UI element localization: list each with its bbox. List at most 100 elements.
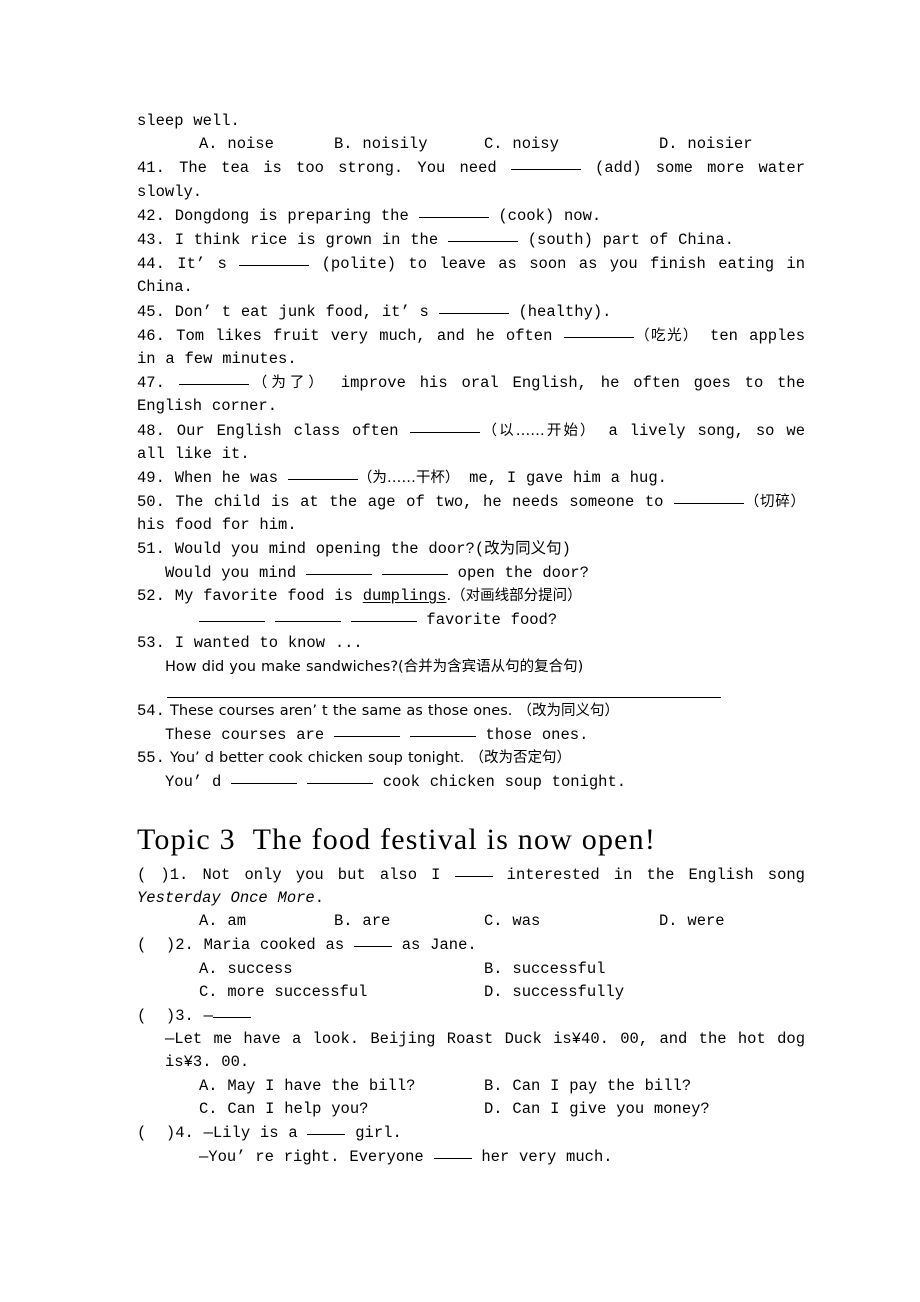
blank-field[interactable] xyxy=(307,1121,346,1135)
option-c[interactable]: C. more successful xyxy=(199,981,484,1004)
option-b[interactable]: B. are xyxy=(334,910,484,933)
blank-field[interactable] xyxy=(418,204,489,218)
stem-text-c: . xyxy=(314,888,325,907)
item-text-pre: The tea is too strong. You need xyxy=(164,159,511,178)
blank-field[interactable] xyxy=(410,419,481,433)
stem-text-c: —You’ re right. Everyone xyxy=(199,1148,434,1167)
blank-field[interactable] xyxy=(674,490,745,505)
item-text-post: (cook) now. xyxy=(488,206,602,225)
exercise-item-48: 48. Our English class often （以……开始） a li… xyxy=(137,419,805,466)
choice-item-3: ( )3. — xyxy=(137,1004,805,1028)
item-hint: （为……干杯） xyxy=(357,470,460,487)
option-c[interactable]: C. was xyxy=(484,910,659,933)
blank-field[interactable] xyxy=(274,608,341,623)
blank-field[interactable] xyxy=(178,371,249,386)
blank-field[interactable] xyxy=(287,466,358,481)
stem-text-b: —Let me have a look. Beijing Roast Duck … xyxy=(165,1030,805,1072)
option-b[interactable]: B. successful xyxy=(484,958,605,981)
answer-bracket-marker[interactable]: ( )2. xyxy=(137,936,194,954)
item-text-pre: Our English class often xyxy=(164,421,411,440)
item-text-post: (healthy). xyxy=(508,302,612,321)
item-hint: （切碎） xyxy=(744,494,805,511)
blank-field[interactable] xyxy=(306,770,373,785)
blank-field[interactable] xyxy=(433,1145,472,1160)
blank-field[interactable] xyxy=(438,300,509,314)
stem-text-a: Maria cooked as xyxy=(193,936,354,955)
blank-field[interactable] xyxy=(199,608,265,623)
answer-bracket-marker[interactable]: ( )1. xyxy=(137,866,188,884)
option-b[interactable]: B. noisily xyxy=(334,133,484,156)
blank-field[interactable] xyxy=(381,561,448,575)
item-number: 45. xyxy=(137,302,165,321)
carryover-line: sleep well. xyxy=(137,112,240,130)
blank-field[interactable] xyxy=(409,723,476,738)
blank-field[interactable] xyxy=(447,228,518,243)
exercise-item-53-prompt: 53. I wanted to know ... xyxy=(137,632,805,655)
item-number: 52. xyxy=(137,587,165,606)
item-text-pre xyxy=(165,374,179,392)
stem-text-a: — xyxy=(193,1006,213,1025)
item-text-pre: I think rice is grown in the xyxy=(164,231,448,250)
item-text-post: his food for him. xyxy=(137,516,297,535)
blank-field[interactable] xyxy=(563,324,634,338)
answer-text-post: those ones. xyxy=(475,726,589,745)
choice-item-3-line2: —Let me have a look. Beijing Roast Duck … xyxy=(137,1028,805,1074)
blank-field[interactable] xyxy=(454,863,493,877)
item-number: 54. xyxy=(137,701,165,720)
item-number: 44. xyxy=(137,255,165,274)
answer-bracket-marker[interactable]: ( )4. xyxy=(137,1124,194,1142)
option-d[interactable]: D. were xyxy=(659,910,725,933)
blank-field[interactable] xyxy=(239,252,310,267)
answer-text-pre: These courses are xyxy=(165,726,334,745)
blank-field[interactable] xyxy=(333,723,400,738)
exercise-item-55-answer: You’ d cook chicken soup tonight. xyxy=(137,770,805,794)
item-text: How did you make sandwiches?(合并为含宾语从句的复合… xyxy=(165,658,584,675)
blank-field[interactable] xyxy=(306,561,373,575)
exercise-item-45: 45. Don’ t eat junk food, it’ s (healthy… xyxy=(137,300,805,324)
item-text-b: .（对画线部分提问） xyxy=(446,588,582,605)
option-d[interactable]: D. Can I give you money? xyxy=(484,1098,710,1121)
blank-field[interactable] xyxy=(231,770,298,785)
exercise-item-54-answer: These courses are those ones. xyxy=(137,723,805,747)
exercise-item-54-prompt: 54. These courses aren’ t the same as th… xyxy=(137,700,805,723)
item-text-pre: It’ s xyxy=(164,255,240,274)
option-d[interactable]: D. noisier xyxy=(659,133,753,156)
item-number: 47. xyxy=(137,374,165,393)
item-text-pre: When he was xyxy=(164,469,288,488)
option-a[interactable]: A. am xyxy=(199,910,334,933)
item-number: 41. xyxy=(137,159,165,178)
option-d[interactable]: D. successfully xyxy=(484,981,624,1004)
stem-text-b: girl. xyxy=(345,1123,402,1142)
exercise-item-41: 41. The tea is too strong. You need (add… xyxy=(137,156,805,203)
item-text-post: me, I gave him a hug. xyxy=(459,469,667,488)
option-c[interactable]: C. noisy xyxy=(484,133,659,156)
option-a[interactable]: A. success xyxy=(199,958,484,981)
topic-heading: Topic 3 The food festival is now open! xyxy=(137,822,657,856)
choice-item-1: ( )1. Not only you but also I interested… xyxy=(137,863,805,910)
item-text-post: (south) part of China. xyxy=(517,231,734,250)
stem-text-b: interested in the English song xyxy=(492,865,805,884)
blank-field[interactable] xyxy=(353,933,392,948)
exercise-item-46: 46. Tom likes fruit very much, and he of… xyxy=(137,324,805,371)
option-c[interactable]: C. Can I help you? xyxy=(199,1098,484,1121)
option-a[interactable]: A. noise xyxy=(199,133,334,156)
blank-field[interactable] xyxy=(350,608,417,623)
answer-text-post: cook chicken soup tonight. xyxy=(372,773,627,792)
item-text-a: My favorite food is xyxy=(164,587,363,606)
answer-bracket-marker[interactable]: ( )3. xyxy=(137,1007,194,1025)
answer-text-pre: Would you mind xyxy=(165,563,307,582)
long-answer-blank-line[interactable] xyxy=(167,696,721,698)
choice-item-4-line2: —You’ re right. Everyone her very much. xyxy=(137,1145,805,1169)
item-number: 48. xyxy=(137,421,165,440)
exercise-item-49: 49. When he was （为……干杯） me, I gave him a… xyxy=(137,466,805,490)
item-hint: （为了） xyxy=(248,375,327,392)
choice-item-2: ( )2. Maria cooked as as Jane. xyxy=(137,933,805,957)
option-b[interactable]: B. Can I pay the bill? xyxy=(484,1075,691,1098)
blank-field[interactable] xyxy=(212,1004,251,1018)
item-number: 42. xyxy=(137,206,165,225)
blank-field[interactable] xyxy=(510,156,581,171)
exercise-item-43: 43. I think rice is grown in the (south)… xyxy=(137,228,805,252)
answer-text-post: favorite food? xyxy=(416,611,558,630)
item-hint: （以……开始） xyxy=(480,422,597,439)
option-a[interactable]: A. May I have the bill? xyxy=(199,1075,484,1098)
